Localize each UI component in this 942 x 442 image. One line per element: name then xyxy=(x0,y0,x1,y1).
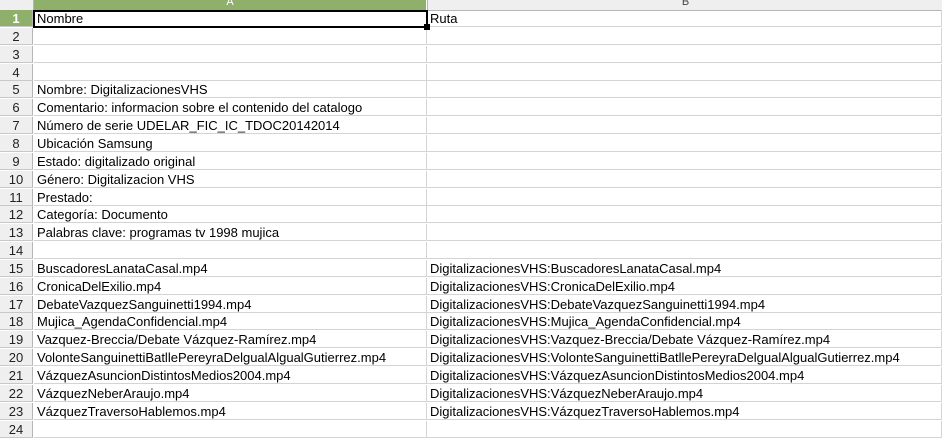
table-row: 21 VázquezAsuncionDistintosMedios2004.mp4… xyxy=(0,367,942,384)
table-row: 19 Vazquez-Breccia/Debate Vázquez-Ramírez… xyxy=(0,331,942,349)
table-row: 6 Comentario: informacion sobre el conten… xyxy=(0,99,942,117)
cell-a[interactable] xyxy=(34,27,427,45)
table-row: 23 VázquezTraversoHablemos.mp4 Digitalizac… xyxy=(0,402,942,420)
table-row: 11 Prestado: xyxy=(0,188,942,206)
cell-b[interactable] xyxy=(427,206,942,224)
cell-a[interactable]: CronicaDelExilio.mp4 xyxy=(34,277,427,295)
cell-a[interactable]: Mujica_AgendaConfidencial.mp4 xyxy=(34,313,427,331)
cell-a[interactable]: VázquezTraversoHablemos.mp4 xyxy=(34,402,427,420)
cell-a[interactable]: VolonteSanguinettiBatllePereyraDelgualAl… xyxy=(34,349,427,367)
table-row: 9 Estado: digitalizado original xyxy=(0,152,942,170)
cell-a[interactable]: Nombre: DigitalizacionesVHS xyxy=(34,81,427,99)
cell-a[interactable] xyxy=(34,63,427,81)
row-header[interactable]: 9 xyxy=(0,152,33,170)
row-header[interactable]: 23 xyxy=(0,402,33,420)
row-header[interactable]: 12 xyxy=(0,206,33,224)
table-row: 14 xyxy=(0,242,942,260)
cell-a[interactable]: Vazquez-Breccia/Debate Vázquez-Ramírez.m… xyxy=(34,331,427,349)
cell-b[interactable] xyxy=(427,99,942,117)
cell-a[interactable]: Número de serie UDELAR_FIC_IC_TDOC201420… xyxy=(34,117,427,135)
cell-b[interactable] xyxy=(427,224,942,242)
cell-b[interactable]: DigitalizacionesVHS:VázquezNeberAraujo.m… xyxy=(427,384,942,402)
cell-a[interactable] xyxy=(34,45,427,63)
cell-a[interactable]: Ubicación Samsung xyxy=(34,134,427,152)
table-row: 16 CronicaDelExilio.mp4 DigitalizacionesVH… xyxy=(0,277,942,295)
table-row: 5 Nombre: DigitalizacionesVHS xyxy=(0,81,942,99)
row-header[interactable]: 21 xyxy=(0,367,33,384)
row-header[interactable]: 4 xyxy=(0,63,33,81)
table-row: 8 Ubicación Samsung xyxy=(0,134,942,152)
cell-b[interactable] xyxy=(427,420,942,438)
row-header[interactable]: 10 xyxy=(0,170,33,188)
row-header[interactable]: 22 xyxy=(0,384,33,402)
cell-b[interactable] xyxy=(427,188,942,206)
cell-b[interactable] xyxy=(427,63,942,81)
row-header[interactable]: 5 xyxy=(0,81,33,99)
row-header[interactable]: 1 xyxy=(0,10,33,27)
row-header[interactable]: 18 xyxy=(0,313,33,331)
cell-b[interactable] xyxy=(427,81,942,99)
cell-a[interactable]: Género: Digitalizacion VHS xyxy=(34,170,427,188)
cell-a[interactable]: DebateVazquezSanguinetti1994.mp4 xyxy=(34,295,427,313)
row-header[interactable]: 24 xyxy=(0,420,33,438)
cell-b[interactable] xyxy=(427,242,942,260)
cell-b[interactable]: DigitalizacionesVHS:VázquezTraversoHable… xyxy=(427,402,942,420)
row-header[interactable]: 13 xyxy=(0,224,33,242)
table-row: 4 xyxy=(0,63,942,81)
table-row: 13 Palabras clave: programas tv 1998 muji… xyxy=(0,224,942,242)
table-row: 24 xyxy=(0,420,942,438)
table-row: 2 xyxy=(0,27,942,45)
cell-a[interactable]: VázquezNeberAraujo.mp4 xyxy=(34,384,427,402)
table-row: 12 Categoría: Documento xyxy=(0,206,942,224)
cell-a[interactable]: Palabras clave: programas tv 1998 mujica xyxy=(34,224,427,242)
table-row: 17 DebateVazquezSanguinetti1994.mp4 Digita… xyxy=(0,295,942,313)
cell-a[interactable] xyxy=(34,420,427,438)
table-row: 20 VolonteSanguinettiBatllePereyraDelgual… xyxy=(0,349,942,367)
cell-b[interactable]: DigitalizacionesVHS:BuscadoresLanataCasa… xyxy=(427,259,942,277)
cell-b[interactable]: DigitalizacionesVHS:VázquezAsuncionDisti… xyxy=(427,367,942,384)
row-header[interactable]: 8 xyxy=(0,134,33,152)
table-row: 3 xyxy=(0,45,942,63)
row-header[interactable]: 6 xyxy=(0,99,33,117)
table-row: 22 VázquezNeberAraujo.mp4 Digitalizaciones… xyxy=(0,384,942,402)
cell-b[interactable] xyxy=(427,45,942,63)
row-header[interactable]: 19 xyxy=(0,331,33,349)
row-header[interactable]: 3 xyxy=(0,45,33,63)
cell-a[interactable]: Prestado: xyxy=(34,188,427,206)
cell-b[interactable]: DigitalizacionesVHS:Mujica_AgendaConfide… xyxy=(427,313,942,331)
row-header[interactable]: 11 xyxy=(0,188,33,206)
cell-a[interactable]: BuscadoresLanataCasal.mp4 xyxy=(34,259,427,277)
cell-b[interactable]: Ruta xyxy=(427,10,942,27)
cell-a[interactable]: Estado: digitalizado original xyxy=(34,152,427,170)
row-header[interactable]: 7 xyxy=(0,117,33,135)
cell-a[interactable]: Comentario: informacion sobre el conteni… xyxy=(34,99,427,117)
row-header[interactable]: 14 xyxy=(0,242,33,260)
cell-b[interactable]: DigitalizacionesVHS:Vazquez-Breccia/Deba… xyxy=(427,331,942,349)
cell-b[interactable] xyxy=(427,27,942,45)
cell-b[interactable] xyxy=(427,170,942,188)
cell-b[interactable] xyxy=(427,152,942,170)
cell-a[interactable]: VázquezAsuncionDistintosMedios2004.mp4 xyxy=(34,367,427,384)
cell-b[interactable] xyxy=(427,117,942,135)
table-row: 10 Género: Digitalizacion VHS xyxy=(0,170,942,188)
row-header[interactable]: 2 xyxy=(0,27,33,45)
cell-a[interactable]: Categoría: Documento xyxy=(34,206,427,224)
table-row: 7 Número de serie UDELAR_FIC_IC_TDOC20142… xyxy=(0,117,942,135)
row-header[interactable]: 16 xyxy=(0,277,33,295)
table-row: 15 BuscadoresLanataCasal.mp4 Digitalizacio… xyxy=(0,259,942,277)
table-row: 1 Nombre Ruta xyxy=(0,10,942,27)
cell-b[interactable] xyxy=(427,134,942,152)
cell-a[interactable] xyxy=(34,242,427,260)
cell-b[interactable]: DigitalizacionesVHS:VolonteSanguinettiBa… xyxy=(427,349,942,367)
cell-b[interactable]: DigitalizacionesVHS:CronicaDelExilio.mp4 xyxy=(427,277,942,295)
cell-b[interactable]: DigitalizacionesVHS:DebateVazquezSanguin… xyxy=(427,295,942,313)
row-header[interactable]: 15 xyxy=(0,259,33,277)
row-header[interactable]: 20 xyxy=(0,349,33,367)
cell-a[interactable]: Nombre xyxy=(34,10,427,27)
autofill-handle[interactable] xyxy=(424,24,430,30)
row-header[interactable]: 17 xyxy=(0,295,33,313)
table-row: 18 Mujica_AgendaConfidencial.mp4 Digitaliz… xyxy=(0,313,942,331)
